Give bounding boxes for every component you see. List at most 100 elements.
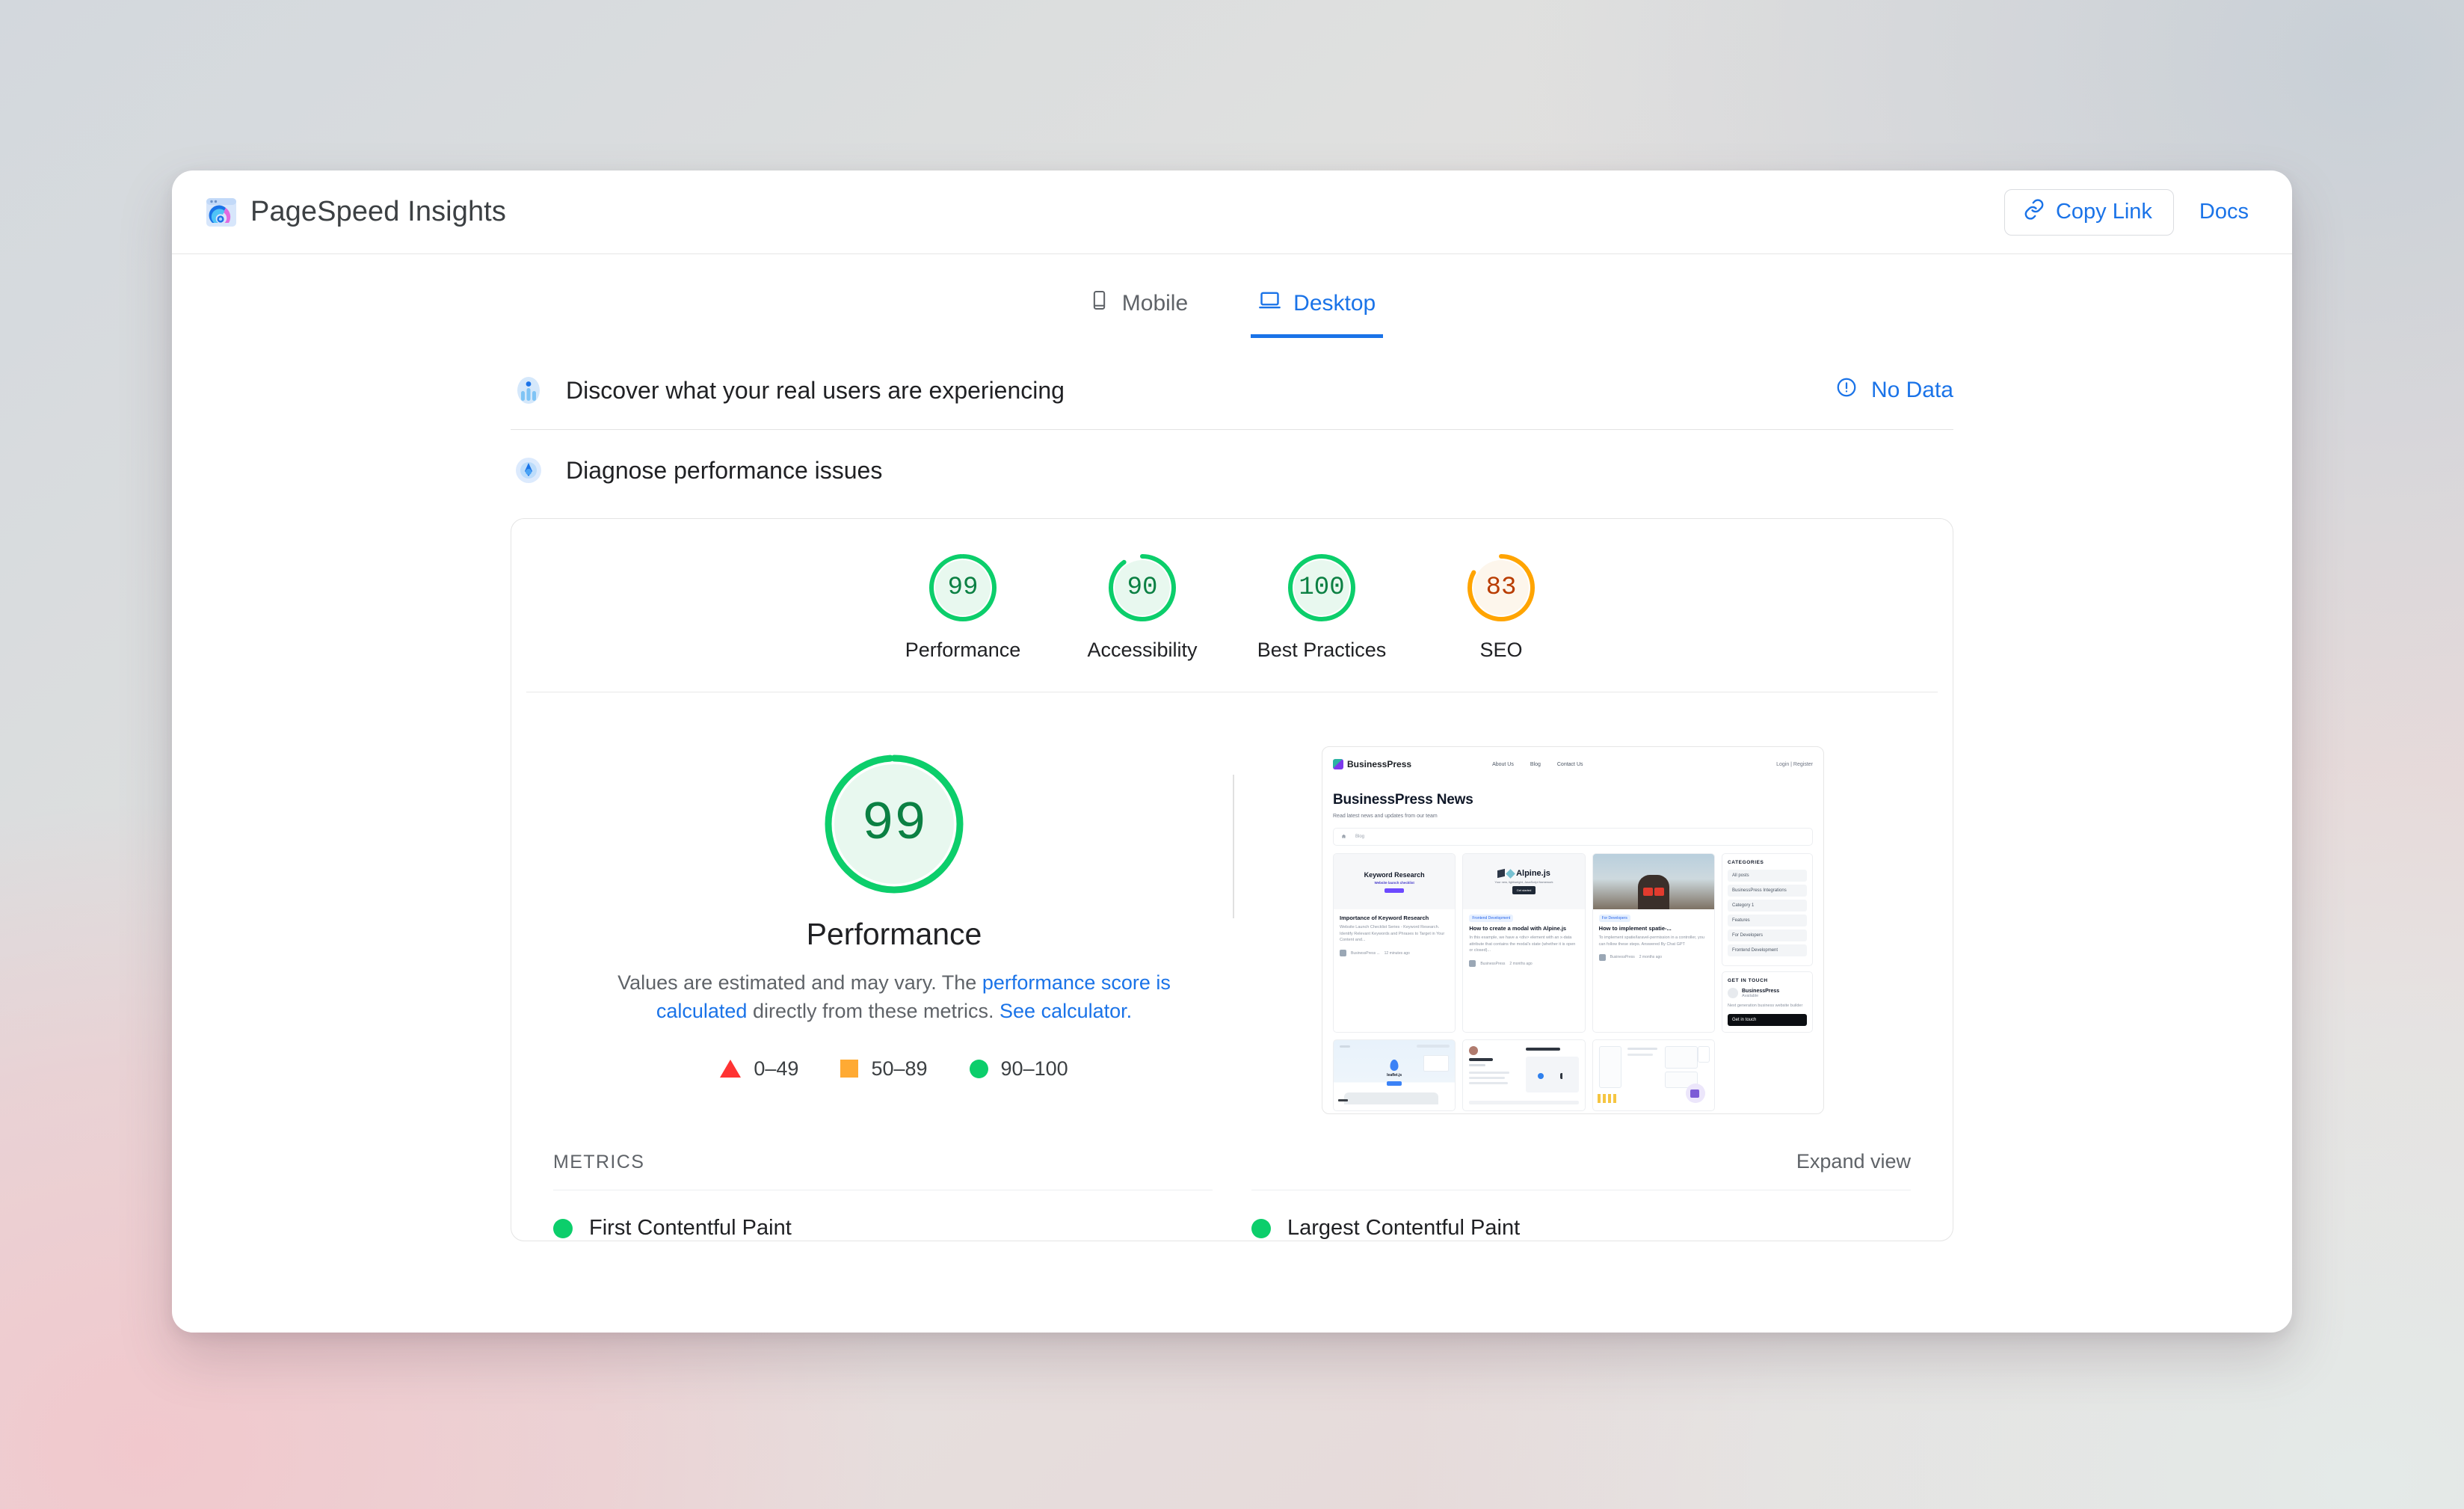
thumb-post-meta: BusinessPress 2 months ago <box>1598 953 1708 961</box>
thumb-category-item: All posts <box>1728 870 1807 882</box>
thumb-category-item: Category 1 <box>1728 900 1807 912</box>
thumb-shot-side-spacer <box>1722 1039 1813 1111</box>
info-icon <box>1835 376 1858 405</box>
pagespeed-logo-icon <box>205 196 238 229</box>
thumb-post-image-badge <box>1385 888 1405 893</box>
thumb-post-image-sub: Website launch checklist <box>1374 880 1414 885</box>
docs-link[interactable]: Docs <box>2190 195 2258 229</box>
thumb-nav-links: About Us Blog Contact Us <box>1492 762 1583 767</box>
gauge-ring-performance: 99 <box>927 552 999 624</box>
score-gauge-best-practices[interactable]: 100 Best Practices <box>1232 552 1411 662</box>
metric-column-right: Largest Contentful Paint <box>1251 1190 1911 1241</box>
field-status-label: No Data <box>1870 378 1953 402</box>
thumb-subhead: Read latest news and updates from our te… <box>1333 814 1438 819</box>
pagespeed-insights-window: PageSpeed Insights Copy Link Docs Mobile… <box>172 170 2292 1333</box>
field-status[interactable]: No Data <box>1835 376 1953 405</box>
copy-link-button[interactable]: Copy Link <box>2003 188 2174 236</box>
avatar <box>1598 953 1606 961</box>
thumb-categories-box: CATEGORIES All posts BusinessPress Integ… <box>1722 853 1813 966</box>
circle-green-icon <box>969 1059 988 1078</box>
thumb-post-excerpt: To implement spatie/laravel-permission i… <box>1598 935 1704 947</box>
tab-desktop[interactable]: Desktop <box>1251 275 1384 338</box>
score-legend: 0–49 50–89 90–100 <box>720 1057 1068 1081</box>
thumb-post-body: For Developers How to implement spatie-.… <box>1593 909 1714 967</box>
performance-summary: 99 Performance Values are estimated and … <box>511 692 1953 1137</box>
thumb-breadcrumb-blog: Blog <box>1355 835 1365 839</box>
desktop-icon <box>1258 289 1281 318</box>
thumb-post-image: Alpine.js Your new, lightweight, JavaScr… <box>1463 854 1585 909</box>
businesspress-logo-icon <box>1333 759 1343 769</box>
thumb-shot-form <box>1462 1039 1586 1112</box>
score-value-accessibility: 90 <box>1127 574 1158 602</box>
thumb-touch-button: Get in touch <box>1728 1014 1807 1027</box>
thumb-post-time: 2 months ago <box>1509 961 1533 966</box>
thumb-category-item: For Developers <box>1728 929 1807 941</box>
thumb-nav-login: Login | Register <box>1776 761 1813 767</box>
score-value-seo: 83 <box>1485 574 1517 602</box>
thumb-post-body: Frontend Development How to create a mod… <box>1463 909 1584 973</box>
lab-data-section: Diagnose performance issues <box>511 430 1953 509</box>
thumb-post-excerpt: In this example, we have a <div> element… <box>1469 935 1576 953</box>
legend-label-average: 50–89 <box>871 1057 928 1080</box>
field-data-section: Discover what your real users are experi… <box>511 338 1953 430</box>
metric-largest-contentful-paint[interactable]: Largest Contentful Paint <box>1251 1216 1911 1241</box>
square-orange-icon <box>840 1060 859 1078</box>
topbar-actions: Copy Link Docs <box>2003 188 2258 236</box>
thumb-touch-avatar <box>1728 988 1738 998</box>
score-value-performance: 99 <box>947 574 979 602</box>
thumb-post-title: How to create a modal with Alpine.js <box>1469 925 1567 932</box>
app-topbar: PageSpeed Insights Copy Link Docs <box>172 170 2292 254</box>
score-gauge-seo[interactable]: 83 SEO <box>1411 552 1591 662</box>
form-factor-tabs: Mobile Desktop <box>172 254 2292 338</box>
avatar <box>1340 950 1346 957</box>
app-brand[interactable]: PageSpeed Insights <box>205 196 506 229</box>
legend-item-average: 50–89 <box>840 1057 928 1081</box>
expand-view-button[interactable]: Expand view <box>1796 1150 1911 1173</box>
thumb-touch-name: BusinessPress <box>1742 988 1780 994</box>
metric-first-contentful-paint[interactable]: First Contentful Paint <box>553 1216 1213 1241</box>
thumb-nav-about: About Us <box>1492 761 1514 767</box>
thumb-post-card: For Developers How to implement spatie-.… <box>1592 853 1715 1033</box>
diagnose-icon <box>511 452 546 488</box>
tab-mobile-label: Mobile <box>1121 290 1189 316</box>
score-gauge-accessibility[interactable]: 90 Accessibility <box>1053 552 1232 662</box>
thumb-photo-binoculars <box>1642 888 1664 896</box>
thumb-post-title: Importance of Keyword Research <box>1340 915 1429 921</box>
status-dot-good-icon <box>553 1218 573 1238</box>
thumb-nav: BusinessPress About Us Blog Contact Us L… <box>1333 747 1813 781</box>
thumb-post-image-sub: Your new, lightweight, JavaScript framew… <box>1494 880 1553 884</box>
tab-mobile[interactable]: Mobile <box>1081 275 1195 338</box>
page-body: Mobile Desktop Discover what your real u… <box>172 254 2292 1241</box>
thumb-post-time: 2 months ago <box>1639 955 1663 960</box>
desc-text-2: directly from these metrics. <box>747 1000 1000 1023</box>
legend-item-poor: 0–49 <box>720 1057 798 1081</box>
link-icon <box>2023 198 2045 227</box>
thumb-headline: BusinessPress News <box>1333 792 1473 808</box>
alpine-logo-icon <box>1497 868 1506 879</box>
thumb-post-tag: Frontend Development <box>1469 915 1514 922</box>
site-screenshot-thumbnail[interactable]: BusinessPress About Us Blog Contact Us L… <box>1322 746 1824 1114</box>
thumb-post-image-button: Get started <box>1512 886 1536 894</box>
thumb-post-image <box>1592 854 1714 909</box>
alpine-logo-icon-2 <box>1506 868 1515 879</box>
metrics-header: METRICS Expand view <box>511 1137 1953 1173</box>
copy-link-label: Copy Link <box>2055 200 2152 224</box>
performance-gauge: 99 <box>821 751 967 897</box>
score-gauge-performance[interactable]: 99 Performance <box>873 552 1053 662</box>
score-label-accessibility: Accessibility <box>1087 639 1198 661</box>
triangle-red-icon <box>720 1060 742 1078</box>
summary-right: BusinessPress About Us Blog Contact Us L… <box>1235 739 1911 1114</box>
thumb-post-body: Importance of Keyword Research Website L… <box>1334 909 1455 962</box>
home-icon <box>1341 834 1346 840</box>
category-scores: 99 Performance 90 Accessibility 100 Best… <box>526 519 1938 692</box>
summary-divider <box>1233 775 1234 918</box>
see-calculator-link[interactable]: See calculator. <box>1000 1000 1132 1022</box>
thumb-post-author: BusinessPress <box>1610 955 1635 960</box>
mobile-icon <box>1088 289 1110 317</box>
thumb-post-tag: For Developers <box>1598 915 1630 922</box>
thumb-category-item: Features <box>1728 915 1807 926</box>
gauge-ring-best-practices: 100 <box>1286 552 1358 624</box>
thumb-shot-map: leaflet.js <box>1333 1039 1456 1112</box>
thumb-post-author: BusinessPress ... <box>1351 950 1380 956</box>
thumb-post-image: Keyword Research Website launch checklis… <box>1334 854 1456 909</box>
